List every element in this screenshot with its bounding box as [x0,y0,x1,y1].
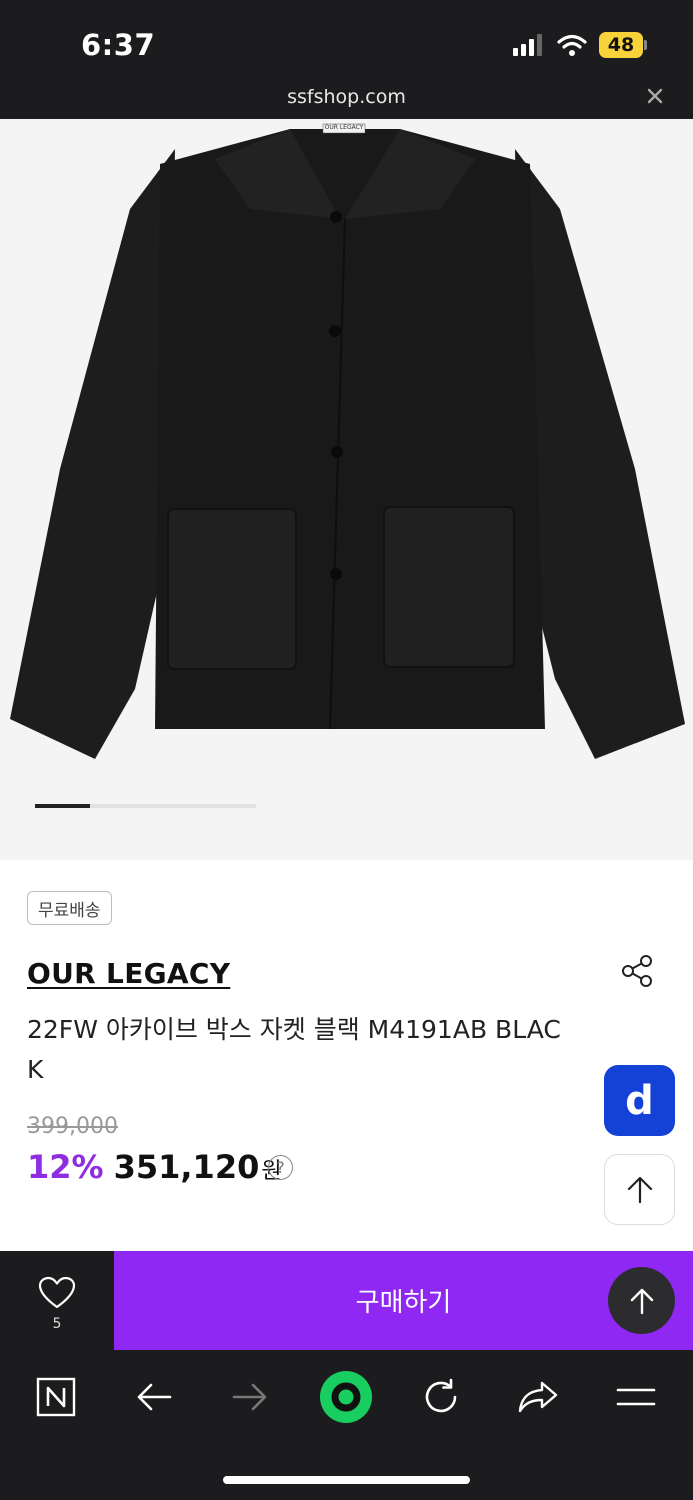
battery-level: 48 [599,32,643,58]
help-icon[interactable]: ? [268,1155,293,1180]
forward-button[interactable] [220,1372,280,1422]
action-bar: 5 구매하기 [0,1251,693,1350]
top-bar: 6:37 48 ssfshop.com [0,0,693,119]
share-icon[interactable] [620,953,656,989]
like-count: 5 [52,1316,62,1332]
battery-nub [644,40,647,50]
price-row: 12% 351,120 원 [27,1148,282,1186]
refresh-icon [425,1378,457,1413]
close-icon[interactable] [644,85,666,107]
jacket-illustration [10,123,685,759]
carousel-indicator-active [35,804,91,808]
home-indicator [223,1476,470,1484]
back-button[interactable] [124,1372,184,1422]
product-title: 22FW 아카이브 박스 자켓 블랙 M4191AB BLACK [27,1015,561,1084]
url-text[interactable]: ssfshop.com [0,86,693,108]
arrow-up-icon [627,1176,652,1203]
arrow-up-icon [630,1288,653,1314]
refresh-button[interactable] [411,1372,471,1422]
menu-button[interactable] [606,1372,666,1422]
original-price: 399,000 [27,1114,118,1139]
buy-label: 구매하기 [355,1288,452,1318]
carousel-indicator [35,804,256,808]
browser-nav [0,1350,693,1500]
scroll-top-button[interactable] [604,1154,675,1225]
buy-button[interactable]: 구매하기 [114,1251,693,1350]
d-float-button[interactable]: d [604,1065,675,1136]
share-forward-icon [518,1381,558,1413]
battery-icon: 48 [599,32,647,58]
like-button[interactable]: 5 [0,1251,114,1350]
share-forward-button[interactable] [508,1372,568,1422]
wifi-icon [557,34,587,56]
sale-price: 351,120 [113,1148,260,1186]
d-float-label: d [625,1077,654,1124]
brand-label-tag: OUR LEGACY [324,124,364,131]
product-image[interactable]: OUR LEGACY [0,119,693,860]
naver-home-button[interactable] [26,1372,86,1422]
signal-icon [513,34,542,56]
heart-icon [38,1276,76,1309]
discount-rate: 12% [27,1148,104,1186]
menu-icon [616,1388,656,1406]
naver-green-button[interactable] [316,1371,376,1423]
green-dot-icon [320,1371,372,1423]
forward-arrow-icon [232,1383,267,1411]
naver-n-icon [36,1377,76,1417]
brand-link[interactable]: OUR LEGACY [27,957,230,990]
back-arrow-icon [137,1383,172,1411]
status-icons: 48 [513,30,647,60]
free-shipping-badge: 무료배송 [27,891,112,925]
status-time: 6:37 [81,28,156,62]
scroll-top-dark-button[interactable] [608,1267,675,1334]
